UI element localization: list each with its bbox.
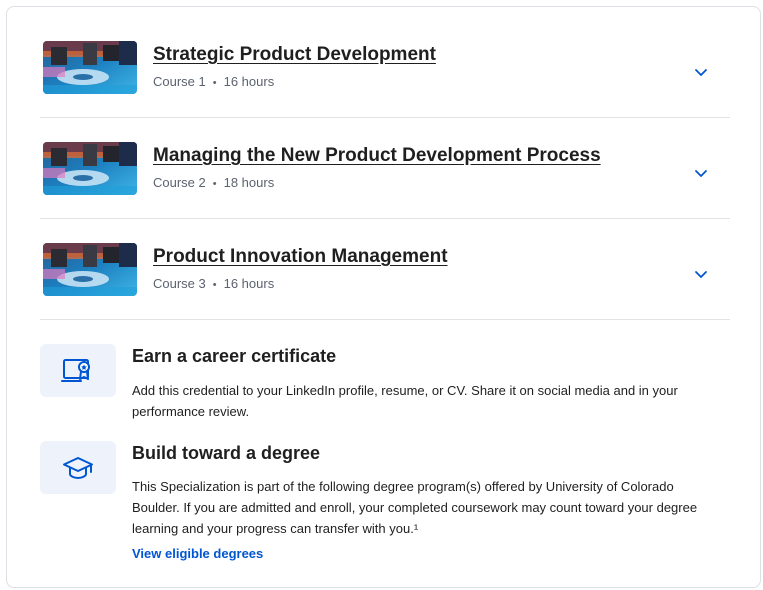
course-number: Course 1 [153, 74, 206, 89]
course-meta: Course 3 • 16 hours [153, 276, 274, 291]
course-meta: Course 1 • 16 hours [153, 74, 274, 89]
certificate-icon [61, 358, 90, 382]
meta-separator: • [212, 178, 217, 190]
meta-separator: • [212, 279, 217, 291]
course-thumbnail [43, 142, 137, 195]
feature-title: Earn a career certificate [132, 346, 337, 366]
course-duration: 16 hours [223, 276, 275, 291]
specialization-card: Strategic Product Development Course 1 • 1… [6, 6, 761, 588]
course-row: Managing the New Product Development Pro… [40, 118, 730, 219]
course-thumbnail [43, 41, 137, 94]
course-list: Strategic Product Development Course 1 • 1… [40, 17, 730, 320]
degree-icon-tile [40, 441, 116, 494]
expand-course-button[interactable] [690, 61, 712, 83]
course-number: Course 3 [153, 276, 206, 291]
view-eligible-degrees-link[interactable]: View eligible degrees [132, 543, 722, 564]
course-meta: Course 2 • 18 hours [153, 175, 274, 190]
course-duration: 18 hours [223, 175, 275, 190]
chevron-down-icon [695, 271, 707, 278]
certificate-icon-tile [40, 344, 116, 397]
course-title-link[interactable]: Product Innovation Management [153, 246, 448, 268]
feature-description-block: This Specialization is part of the follo… [132, 476, 722, 564]
graduation-cap-icon [63, 456, 93, 479]
course-duration: 16 hours [223, 74, 275, 89]
feature-title: Build toward a degree [132, 443, 321, 463]
chevron-down-icon [695, 170, 707, 177]
course-title-link[interactable]: Managing the New Product Development Pro… [153, 145, 601, 167]
chevron-down-icon [695, 69, 707, 76]
meta-separator: • [212, 77, 217, 89]
course-row: Strategic Product Development Course 1 • 1… [40, 17, 730, 118]
course-title-link[interactable]: Strategic Product Development [153, 44, 436, 66]
feature-description: Add this credential to your LinkedIn pro… [132, 383, 678, 419]
expand-course-button[interactable] [690, 263, 712, 285]
expand-course-button[interactable] [690, 162, 712, 184]
course-thumbnail [43, 243, 137, 296]
course-row: Product Innovation Management Course 3 • 1… [40, 219, 730, 320]
feature-description: This Specialization is part of the follo… [132, 479, 698, 536]
course-number: Course 2 [153, 175, 206, 190]
